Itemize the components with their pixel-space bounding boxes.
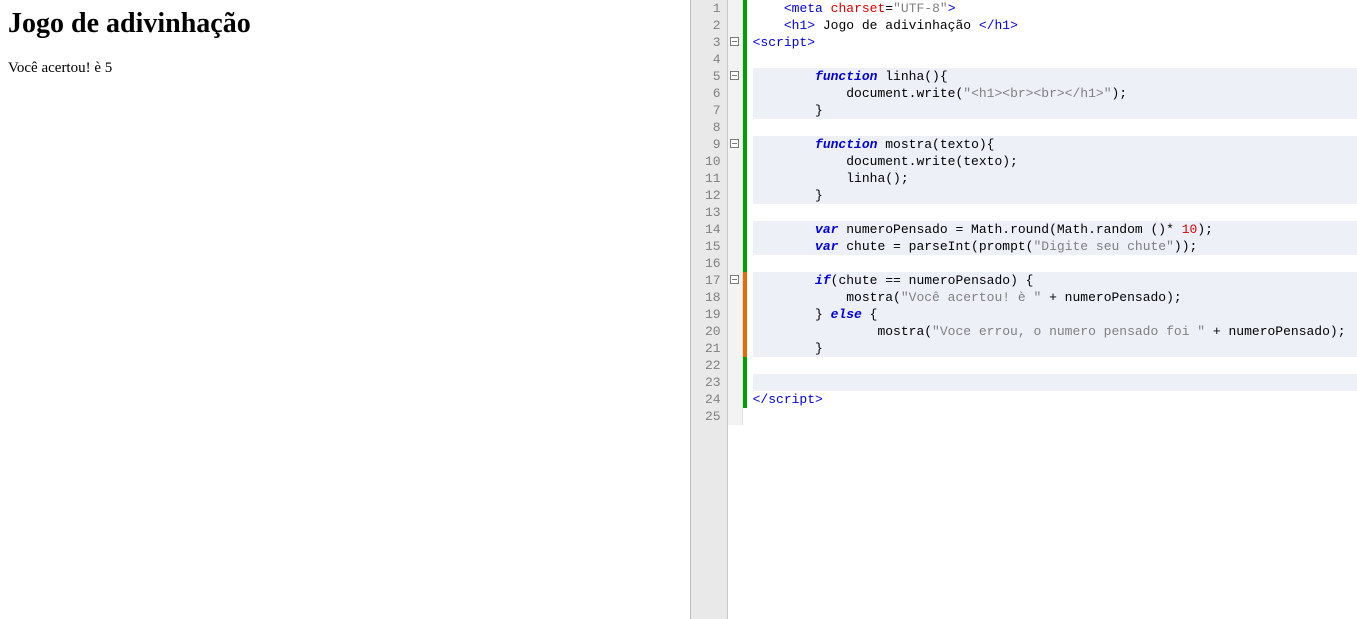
code-line[interactable]: document.write("<h1><br><br></h1>");: [753, 85, 1357, 102]
code-line[interactable]: mostra("Voce errou, o numero pensado foi…: [753, 323, 1357, 340]
code-line[interactable]: function mostra(texto){: [753, 136, 1357, 153]
fold-column[interactable]: [728, 0, 743, 425]
line-number: 25: [705, 408, 721, 425]
code-line[interactable]: [753, 119, 1357, 136]
line-number: 18: [705, 289, 721, 306]
line-number: 13: [705, 204, 721, 221]
code-line[interactable]: </script>: [753, 391, 1357, 408]
fold-toggle-icon[interactable]: [730, 275, 739, 284]
change-bar-saved: [743, 357, 747, 408]
line-number: 21: [705, 340, 721, 357]
line-number: 7: [705, 102, 721, 119]
line-number-gutter: 1234567891011121314151617181920212223242…: [691, 0, 728, 619]
fold-toggle-icon[interactable]: [730, 139, 739, 148]
editor-pane: 1234567891011121314151617181920212223242…: [690, 0, 1357, 619]
editor-inner: 1234567891011121314151617181920212223242…: [691, 0, 1357, 619]
code-line[interactable]: [753, 374, 1357, 391]
code-line[interactable]: function linha(){: [753, 68, 1357, 85]
line-number: 16: [705, 255, 721, 272]
code-line[interactable]: }: [753, 187, 1357, 204]
line-number: 10: [705, 153, 721, 170]
code-line[interactable]: linha();: [753, 170, 1357, 187]
code-area[interactable]: <meta charset="UTF-8"> <h1> Jogo de adiv…: [747, 0, 1357, 619]
code-line[interactable]: } else {: [753, 306, 1357, 323]
line-number: 2: [705, 17, 721, 34]
line-number: 15: [705, 238, 721, 255]
code-line[interactable]: }: [753, 102, 1357, 119]
code-line[interactable]: var numeroPensado = Math.round(Math.rand…: [753, 221, 1357, 238]
code-line[interactable]: mostra("Você acertou! è " + numeroPensad…: [753, 289, 1357, 306]
line-number: 23: [705, 374, 721, 391]
code-line[interactable]: document.write(texto);: [753, 153, 1357, 170]
page-title: Jogo de adivinhação: [8, 8, 682, 40]
fold-toggle-icon[interactable]: [730, 71, 739, 80]
line-number: 12: [705, 187, 721, 204]
code-line[interactable]: [753, 357, 1357, 374]
preview-message: Você acertou! è 5: [8, 60, 682, 77]
line-number: 4: [705, 51, 721, 68]
line-number: 19: [705, 306, 721, 323]
fold-toggle-icon[interactable]: [730, 37, 739, 46]
line-number: 17: [705, 272, 721, 289]
change-bar-column: [743, 0, 747, 425]
line-number: 24: [705, 391, 721, 408]
line-number: 20: [705, 323, 721, 340]
code-line[interactable]: }: [753, 340, 1357, 357]
line-number: 6: [705, 85, 721, 102]
code-line[interactable]: <h1> Jogo de adivinhação </h1>: [753, 17, 1357, 34]
app-root: Jogo de adivinhação Você acertou! è 5 12…: [0, 0, 1357, 619]
preview-pane: Jogo de adivinhação Você acertou! è 5: [0, 0, 690, 619]
line-number: 5: [705, 68, 721, 85]
line-number: 3: [705, 34, 721, 51]
code-line[interactable]: if(chute == numeroPensado) {: [753, 272, 1357, 289]
line-number: 1: [705, 0, 721, 17]
editor-scroll-area[interactable]: 1234567891011121314151617181920212223242…: [691, 0, 1357, 619]
line-number: 11: [705, 170, 721, 187]
code-line[interactable]: var chute = parseInt(prompt("Digite seu …: [753, 238, 1357, 255]
line-number: 9: [705, 136, 721, 153]
code-line[interactable]: [753, 255, 1357, 272]
code-line[interactable]: [753, 51, 1357, 68]
code-line[interactable]: [753, 408, 1357, 425]
code-line[interactable]: <script>: [753, 34, 1357, 51]
code-line[interactable]: <meta charset="UTF-8">: [753, 0, 1357, 17]
line-number: 8: [705, 119, 721, 136]
code-line[interactable]: [753, 204, 1357, 221]
change-bar-modified: [743, 272, 747, 357]
line-number: 22: [705, 357, 721, 374]
change-bar-saved: [743, 0, 747, 272]
line-number: 14: [705, 221, 721, 238]
